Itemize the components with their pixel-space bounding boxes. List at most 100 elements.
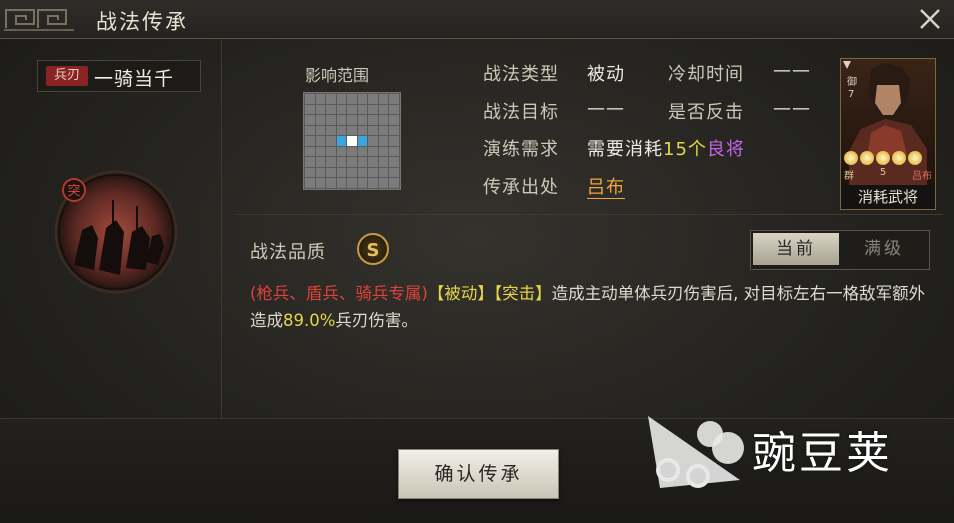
window-title: 战法传承 xyxy=(96,10,188,34)
general-card[interactable]: 御 7 群 5 吕布 消耗武将 xyxy=(840,58,936,210)
range-cell xyxy=(315,157,326,167)
require-count: 15个 xyxy=(663,139,707,160)
cooldown-label: 冷却时间 xyxy=(668,64,744,85)
range-cell xyxy=(378,167,389,178)
divider xyxy=(237,214,943,215)
range-cell xyxy=(315,167,326,178)
range-cell xyxy=(368,146,378,157)
range-cell xyxy=(389,94,399,104)
range-cell xyxy=(315,94,326,104)
range-cell xyxy=(368,136,378,146)
origin-value[interactable]: 吕布 xyxy=(587,177,625,199)
type-value: 被动 xyxy=(587,64,625,85)
range-cell xyxy=(326,94,336,104)
range-cell xyxy=(357,94,368,104)
quality-badge: S xyxy=(357,233,389,265)
range-cell-target xyxy=(357,136,368,146)
card-general-name: 吕布 xyxy=(912,171,932,182)
range-cell xyxy=(336,178,347,188)
range-cell xyxy=(347,178,357,188)
range-cell xyxy=(347,94,357,104)
range-cell xyxy=(389,146,399,157)
range-cell xyxy=(326,136,336,146)
require-value: 需要消耗15个良将 xyxy=(587,135,745,161)
range-cell xyxy=(315,115,326,125)
range-cell xyxy=(357,146,368,157)
range-cell xyxy=(305,178,315,188)
range-cell xyxy=(326,178,336,188)
range-cell xyxy=(326,115,336,125)
range-cell xyxy=(315,104,326,115)
confirm-inherit-button[interactable]: 确认传承 xyxy=(398,449,559,499)
range-cell xyxy=(305,157,315,167)
range-cell xyxy=(368,104,378,115)
range-cell xyxy=(378,104,389,115)
range-cell xyxy=(336,146,347,157)
range-cell xyxy=(368,125,378,136)
range-cell xyxy=(357,178,368,188)
card-caption: 消耗武将 xyxy=(841,185,935,209)
require-label: 演练需求 xyxy=(483,139,559,160)
range-cell xyxy=(336,115,347,125)
range-cell xyxy=(368,167,378,178)
target-value: —— xyxy=(587,98,625,119)
range-cell xyxy=(378,125,389,136)
range-cell xyxy=(305,167,315,178)
range-cell xyxy=(336,125,347,136)
range-cell xyxy=(305,146,315,157)
card-level: 5 xyxy=(879,167,887,178)
range-cell xyxy=(326,167,336,178)
range-cell xyxy=(389,157,399,167)
close-icon[interactable] xyxy=(916,5,944,33)
star-icon xyxy=(860,151,874,165)
range-cell xyxy=(347,125,357,136)
desc-tag-charge: 【突击】 xyxy=(493,284,552,303)
skill-description: (枪兵、盾兵、骑兵专属)【被动】【突击】造成主动单体兵刃伤害后, 对目标左右一格… xyxy=(250,280,930,334)
range-cell xyxy=(305,115,315,125)
range-cell xyxy=(347,167,357,178)
origin-link[interactable]: 吕布 xyxy=(587,173,625,199)
range-cell xyxy=(347,104,357,115)
troop-type-tag: 兵刃 xyxy=(46,66,88,86)
star-icon xyxy=(876,151,890,165)
range-cell xyxy=(357,157,368,167)
range-cell-self xyxy=(347,136,357,146)
origin-label: 传承出处 xyxy=(483,177,559,198)
range-cell xyxy=(389,167,399,178)
range-cell xyxy=(326,157,336,167)
cooldown-value: —— xyxy=(773,60,811,81)
toggle-current-button[interactable]: 当前 xyxy=(753,233,839,265)
desc-tag-passive: 【被动】 xyxy=(427,284,494,303)
star-row xyxy=(844,151,932,165)
require-item: 良将 xyxy=(706,139,745,160)
range-cell xyxy=(305,104,315,115)
range-cell xyxy=(315,125,326,136)
skill-name-box: 兵刃 一骑当千 xyxy=(37,60,201,92)
range-cell xyxy=(357,115,368,125)
range-cell xyxy=(326,125,336,136)
toggle-max-button[interactable]: 满级 xyxy=(841,233,927,265)
range-cell xyxy=(336,94,347,104)
quality-label: 战法品质 xyxy=(250,242,326,263)
range-cell xyxy=(378,94,389,104)
level-toggle: 当前 满级 xyxy=(750,230,930,270)
range-cell xyxy=(368,115,378,125)
star-icon xyxy=(844,151,858,165)
range-cell xyxy=(357,104,368,115)
range-cell xyxy=(389,125,399,136)
range-cell xyxy=(357,125,368,136)
svg-text:突: 突 xyxy=(67,183,80,199)
svg-text:7: 7 xyxy=(848,89,854,100)
range-cell xyxy=(326,104,336,115)
range-cell xyxy=(336,167,347,178)
range-cell xyxy=(336,104,347,115)
desc-restriction: (枪兵、盾兵、骑兵专属) xyxy=(250,284,428,303)
card-faction: 群 xyxy=(844,171,854,182)
skill-name: 一骑当千 xyxy=(94,68,175,90)
counter-label: 是否反击 xyxy=(668,102,744,123)
range-cell xyxy=(378,136,389,146)
range-cell xyxy=(326,146,336,157)
range-cell xyxy=(378,115,389,125)
require-prefix: 需要消耗 xyxy=(587,139,663,160)
range-cell xyxy=(368,178,378,188)
